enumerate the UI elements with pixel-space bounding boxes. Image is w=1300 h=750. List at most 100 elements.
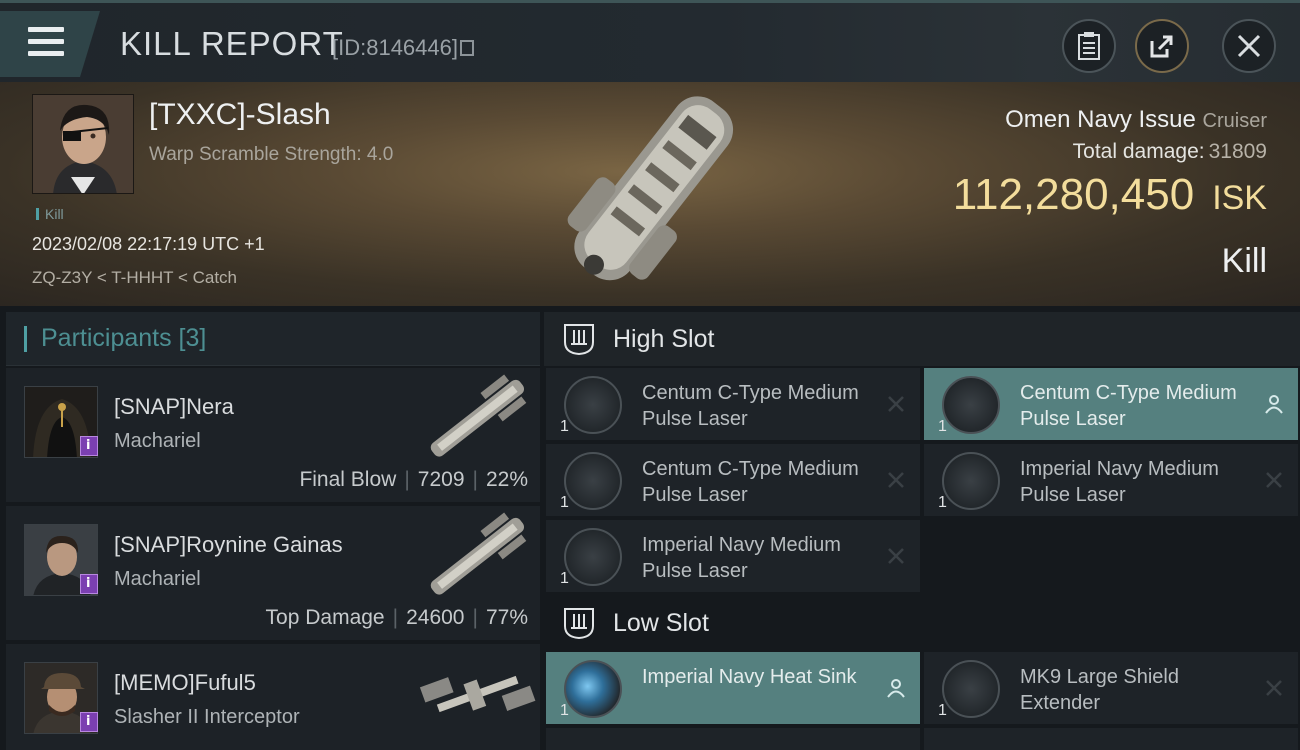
module-qty: 1: [560, 570, 569, 587]
module-item[interactable]: 1 Centum C-Type Medium Pulse Laser: [546, 444, 920, 516]
module-qty: 1: [560, 418, 569, 435]
heat-sink-icon: [564, 660, 622, 718]
participant-ship-image: [430, 374, 527, 457]
module-item[interactable]: 1 Centum C-Type Medium Pulse Laser: [546, 368, 920, 440]
module-name: Centum C-Type Medium Pulse Laser: [642, 382, 859, 430]
module-name: Imperial Navy Heat Sink: [642, 666, 857, 688]
kill-tag-label: Kill: [45, 206, 64, 222]
high-slot-label: High Slot: [613, 324, 715, 353]
clipboard-icon: [1078, 32, 1100, 60]
share-button[interactable]: [1135, 19, 1189, 73]
module-item[interactable]: 1 MK9 Large Shield Extender: [924, 652, 1298, 724]
pilot-portrait-image: [33, 95, 133, 193]
kill-summary: [TXXC]-Slash Warp Scramble Strength: 4.0…: [0, 82, 1300, 306]
module-name: MK9 Large Shield Extender: [1020, 666, 1179, 714]
close-button[interactable]: [1222, 19, 1276, 73]
participant-ship: Slasher II Interceptor: [114, 706, 300, 728]
participant-ship: Machariel: [114, 430, 201, 452]
participant-damage: 7209: [417, 468, 465, 491]
high-slot-header: High Slot: [544, 312, 1300, 366]
module-item[interactable]: 1 Centum C-Type Medium Pulse Laser: [924, 368, 1298, 440]
stat-separator: |: [404, 468, 410, 491]
participant-name: [SNAP]Nera: [114, 394, 234, 419]
clipboard-button[interactable]: [1062, 19, 1116, 73]
participant-role: Final Blow: [299, 468, 397, 491]
pulse-laser-icon: [564, 528, 622, 586]
participants-panel: Participants [3] [SNAP]Nera Machariel Fi…: [6, 312, 540, 750]
kill-tag-marker: [36, 208, 39, 220]
page-title: KILL REPORT: [120, 25, 344, 62]
hamburger-icon-bar: [28, 39, 64, 44]
module-name: Centum C-Type Medium Pulse Laser: [1020, 382, 1237, 430]
module-item-partial[interactable]: [546, 728, 920, 750]
module-name: Imperial Navy Medium Pulse Laser: [642, 534, 841, 582]
participant-percent: 22%: [485, 468, 528, 491]
stat-separator: |: [392, 606, 399, 629]
participants-title: Participants [3]: [41, 324, 207, 352]
report-id: [ID:8146446]: [332, 35, 474, 61]
stat-separator: |: [472, 606, 478, 629]
menu-button[interactable]: [0, 11, 100, 77]
pulse-laser-icon: [564, 452, 622, 510]
participant-ship: Machariel: [114, 568, 201, 590]
copy-icon[interactable]: [459, 40, 474, 56]
participant-role: Top Damage: [265, 606, 385, 629]
participant-stats: Top Damage | 24600 | 77%: [266, 606, 528, 630]
module-item[interactable]: 1 Imperial Navy Medium Pulse Laser: [924, 444, 1298, 516]
info-badge-icon[interactable]: [80, 574, 98, 594]
dropped-user-icon: [1265, 395, 1283, 414]
report-id-text: [ID:8146446]: [332, 35, 458, 60]
total-damage-label: Total damage:: [1072, 140, 1205, 163]
module-item[interactable]: 1 Imperial Navy Medium Pulse Laser: [546, 520, 920, 592]
close-icon: [1237, 34, 1261, 58]
victim-ship[interactable]: Omen Navy Issue Cruiser: [1005, 106, 1267, 134]
high-slot-icon: [564, 324, 594, 356]
module-qty: 1: [560, 702, 569, 719]
fitting-panel: High Slot 1 Centum C-Type Medium Pulse L…: [544, 312, 1300, 750]
victim-ship-image[interactable]: [540, 88, 760, 298]
module-qty: 1: [938, 702, 947, 719]
participant-card[interactable]: [MEMO]Fuful5 Slasher II Interceptor: [6, 644, 540, 750]
module-qty: 1: [560, 494, 569, 511]
stat-separator: |: [472, 468, 478, 491]
destroyed-icon: [1266, 472, 1282, 488]
destroyed-icon: [1266, 680, 1282, 696]
participant-percent: 77%: [485, 606, 528, 629]
victim-ship-name: Omen Navy Issue: [1005, 106, 1196, 133]
participants-header: Participants [3]: [6, 312, 540, 366]
pulse-laser-icon: [942, 376, 1000, 434]
kill-type: Kill: [1221, 242, 1267, 280]
module-item-partial[interactable]: [924, 728, 1298, 750]
share-icon: [1150, 35, 1173, 58]
isk-unit: ISK: [1212, 179, 1267, 217]
shield-extender-icon: [942, 660, 1000, 718]
participant-name: [MEMO]Fuful5: [114, 670, 256, 695]
isk-value: 112,280,450 ISK: [953, 170, 1267, 220]
hamburger-icon: [28, 27, 64, 32]
module-item[interactable]: 1 Imperial Navy Heat Sink: [546, 652, 920, 724]
participant-stats: Final Blow | 7209 | 22%: [299, 468, 528, 492]
destroyed-icon: [888, 548, 904, 564]
dropped-user-icon: [887, 679, 905, 698]
participant-name: [SNAP]Roynine Gainas: [114, 532, 343, 557]
pulse-laser-icon: [942, 452, 1000, 510]
kill-location[interactable]: ZQ-Z3Y < T-HHHT < Catch: [32, 268, 237, 288]
kill-tag: Kill: [36, 206, 64, 222]
kill-timestamp: 2023/02/08 22:17:19 UTC +1: [32, 234, 265, 254]
destroyed-icon: [888, 396, 904, 412]
victim-name[interactable]: [TXXC]-Slash: [149, 98, 331, 132]
participant-card[interactable]: [SNAP]Roynine Gainas Machariel Top Damag…: [6, 506, 540, 640]
participant-ship-image: [430, 512, 527, 595]
victim-subtitle: Warp Scramble Strength: 4.0: [149, 144, 394, 165]
pulse-laser-icon: [564, 376, 622, 434]
info-badge-icon[interactable]: [80, 712, 98, 732]
total-damage: Total damage: 31809: [1073, 140, 1267, 164]
destroyed-icon: [888, 472, 904, 488]
module-qty: 1: [938, 418, 947, 435]
info-badge-icon[interactable]: [80, 436, 98, 456]
participants-header-marker: [24, 325, 27, 352]
victim-ship-class: Cruiser: [1202, 110, 1267, 132]
isk-amount: 112,280,450: [952, 170, 1195, 219]
participant-card[interactable]: [SNAP]Nera Machariel Final Blow | 7209 | 22%: [6, 368, 540, 502]
victim-portrait[interactable]: [32, 94, 134, 194]
